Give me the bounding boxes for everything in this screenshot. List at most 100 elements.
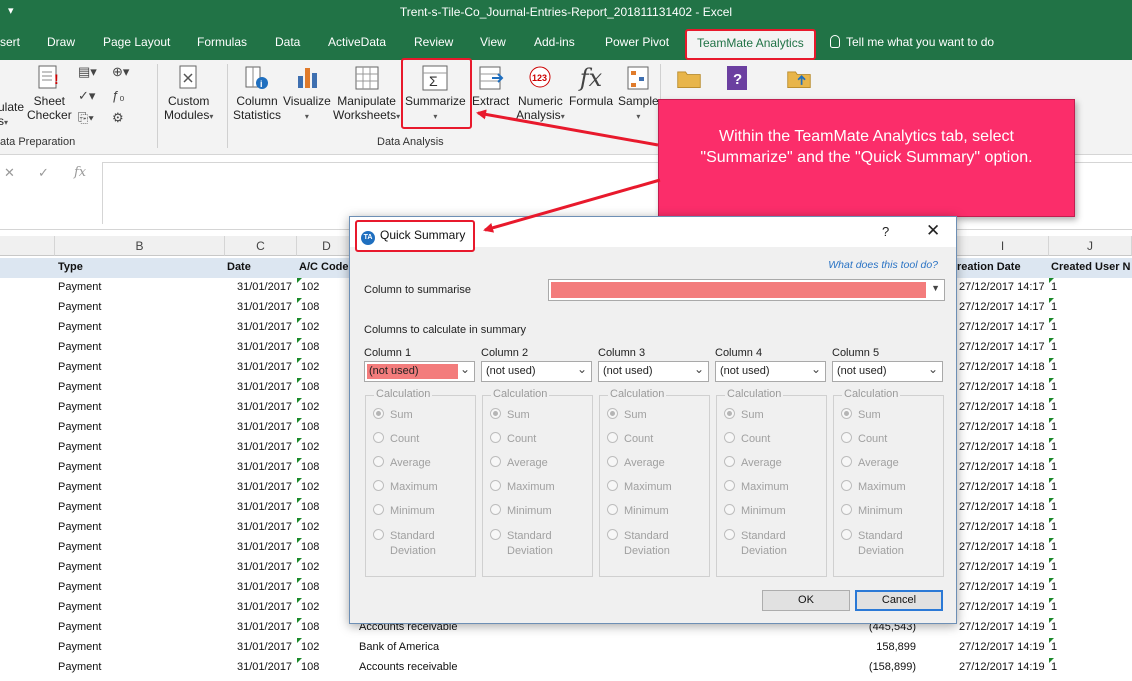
radio-minimum[interactable]: Minimum [490,504,552,517]
settings-icon[interactable]: ⚙ [112,110,124,126]
column-header-i[interactable]: I [957,236,1049,256]
cell-date[interactable]: 31/01/2017 [237,521,292,533]
column-to-summarise-select[interactable]: ▼ [548,279,945,301]
cell-creation-date[interactable]: 27/12/2017 14:19 [959,641,1045,653]
radio-standard-deviation[interactable]: Standard Deviation [841,529,904,559]
cell-description[interactable]: Bank of America [359,641,439,653]
cell-ac-code[interactable]: 102 [301,561,319,573]
tab-add-ins[interactable]: Add-ins [534,35,575,49]
cell-date[interactable]: 31/01/2017 [237,361,292,373]
web-icon[interactable]: ⊕▾ [112,64,129,80]
column-4-select[interactable]: (not used) ⌄ [715,361,826,382]
cell-date[interactable]: 31/01/2017 [237,301,292,313]
radio-standard-deviation[interactable]: Standard Deviation [724,529,787,559]
formula-button[interactable]: fx Formula [569,64,613,108]
cell-creation-date[interactable]: 27/12/2017 14:17 [959,281,1045,293]
cell-ac-code[interactable]: 102 [301,281,319,293]
cell-type[interactable]: Payment [58,501,101,513]
cell-type[interactable]: Payment [58,461,101,473]
cell-creation-date[interactable]: 27/12/2017 14:18 [959,361,1045,373]
cell-type[interactable]: Payment [58,361,101,373]
cell-type[interactable]: Payment [58,401,101,413]
cell-type[interactable]: Payment [58,481,101,493]
column-header-j[interactable]: J [1049,236,1132,256]
cell-type[interactable]: Payment [58,341,101,353]
radio-maximum[interactable]: Maximum [841,480,906,493]
radio-maximum[interactable]: Maximum [724,480,789,493]
tab-review[interactable]: Review [414,35,453,49]
tab-formulas[interactable]: Formulas [197,35,247,49]
cell-ac-code[interactable]: 108 [301,501,319,513]
tab-page-layout[interactable]: Page Layout [103,35,170,49]
tab-insert[interactable]: sert [0,35,20,49]
cell-creation-date[interactable]: 27/12/2017 14:17 [959,301,1045,313]
cell-creation-date[interactable]: 27/12/2017 14:17 [959,321,1045,333]
tell-me-search[interactable]: Tell me what you want to do [830,35,994,49]
cell-ac-code[interactable]: 102 [301,641,319,653]
cell-date[interactable]: 31/01/2017 [237,421,292,433]
column-5-select[interactable]: (not used) ⌄ [832,361,943,382]
radio-average[interactable]: Average [724,456,782,469]
column-header-d[interactable]: D [297,236,357,256]
cell-ac-code[interactable]: 108 [301,541,319,553]
cancel-entry-icon[interactable]: ✕ [4,165,15,181]
radio-minimum[interactable]: Minimum [373,504,435,517]
folder-settings-button[interactable] [676,64,702,94]
cell-creation-date[interactable]: 27/12/2017 14:18 [959,401,1045,413]
cell-ac-code[interactable]: 108 [301,581,319,593]
cell-type[interactable]: Payment [58,601,101,613]
radio-sum[interactable]: Sum [724,408,764,421]
cell-amount[interactable]: 158,899 [876,641,916,653]
cell-creation-date[interactable]: 27/12/2017 14:19 [959,661,1045,673]
radio-minimum[interactable]: Minimum [841,504,903,517]
cell-date[interactable]: 31/01/2017 [237,561,292,573]
cell-ac-code[interactable]: 108 [301,341,319,353]
tab-power-pivot[interactable]: Power Pivot [605,35,669,49]
cell-type[interactable]: Payment [58,381,101,393]
cell-creation-date[interactable]: 27/12/2017 14:18 [959,541,1045,553]
radio-average[interactable]: Average [490,456,548,469]
table-row[interactable]: Payment 31/01/2017 102 Bank of America 158,8… [0,638,1132,658]
cell-ac-code[interactable]: 102 [301,601,319,613]
tab-view[interactable]: View [480,35,506,49]
cell-ac-code[interactable]: 108 [301,421,319,433]
cell-creation-date[interactable]: 27/12/2017 14:18 [959,481,1045,493]
tab-draw[interactable]: Draw [47,35,75,49]
cell-type[interactable]: Payment [58,581,101,593]
cell-creation-date[interactable]: 27/12/2017 14:18 [959,501,1045,513]
radio-sum[interactable]: Sum [841,408,881,421]
cell-date[interactable]: 31/01/2017 [237,461,292,473]
radio-average[interactable]: Average [841,456,899,469]
cell-type[interactable]: Payment [58,541,101,553]
cell-type[interactable]: Payment [58,281,101,293]
cell-ac-code[interactable]: 108 [301,621,319,633]
numeric-analysis-button[interactable]: 123 Numeric Analysis▾ [516,64,565,122]
tab-data[interactable]: Data [275,35,300,49]
format-icon[interactable]: ▤▾ [78,64,97,80]
radio-average[interactable]: Average [607,456,665,469]
cell-amount[interactable]: (158,899) [869,661,916,673]
cell-date[interactable]: 31/01/2017 [237,481,292,493]
cell-creation-date[interactable]: 27/12/2017 14:18 [959,461,1045,473]
cell-ac-code[interactable]: 108 [301,461,319,473]
what-does-this-tool-do-link[interactable]: What does this tool do? [828,259,938,271]
help-button[interactable]: ? [724,64,750,94]
fx0-icon[interactable]: ƒ₀ [112,88,125,103]
cell-type[interactable]: Payment [58,521,101,533]
cell-date[interactable]: 31/01/2017 [237,381,292,393]
radio-count[interactable]: Count [841,432,887,445]
cell-ac-code[interactable]: 102 [301,361,319,373]
manipulate-worksheets-button[interactable]: Manipulate Worksheets▾ [333,64,400,122]
help-icon[interactable]: ? [882,224,889,239]
radio-sum[interactable]: Sum [607,408,647,421]
column-header-b[interactable]: B [55,236,225,256]
tab-activedata[interactable]: ActiveData [328,35,386,49]
cell-date[interactable]: 31/01/2017 [237,601,292,613]
visualize-button[interactable]: Visualize ▾ [283,64,331,122]
check-icon[interactable]: ✓▾ [78,88,95,104]
radio-sum[interactable]: Sum [373,408,413,421]
cell-type[interactable]: Payment [58,441,101,453]
radio-standard-deviation[interactable]: Standard Deviation [490,529,553,559]
column-statistics-button[interactable]: i Column Statistics [233,64,281,122]
radio-count[interactable]: Count [607,432,653,445]
